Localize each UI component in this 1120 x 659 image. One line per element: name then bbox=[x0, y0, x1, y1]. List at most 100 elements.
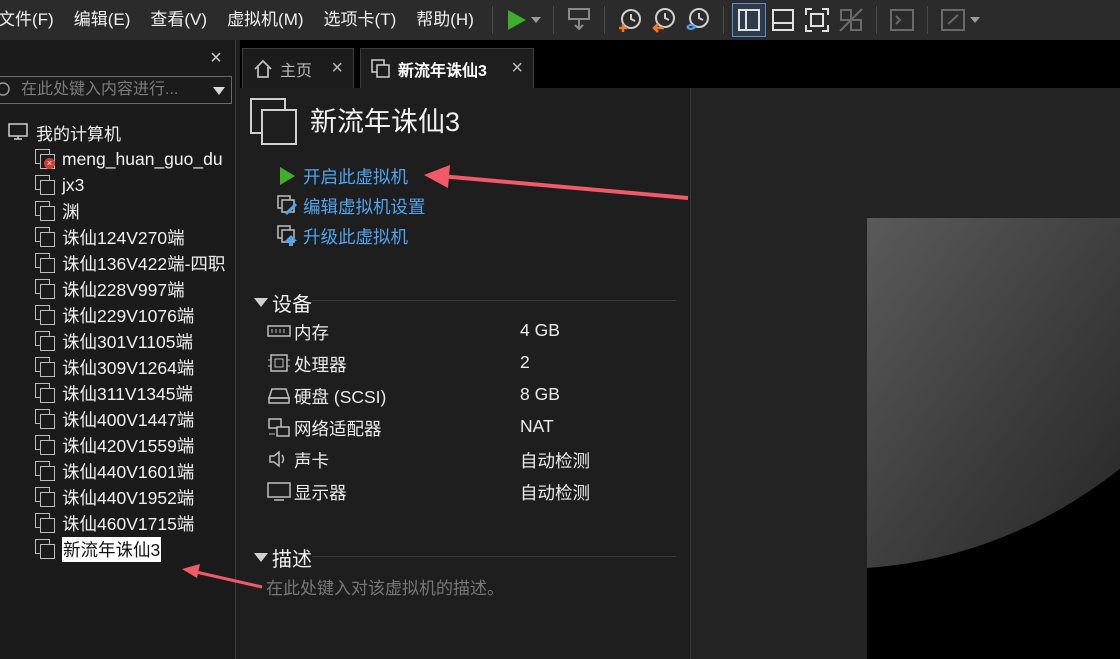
stretch-button[interactable] bbox=[936, 3, 984, 37]
vm-name: 诛仙440V1601端 bbox=[62, 461, 195, 482]
vm-icon bbox=[34, 538, 56, 560]
menu-file[interactable]: 文件(F) bbox=[0, 0, 64, 40]
fullscreen-icon bbox=[804, 8, 829, 32]
tab-home[interactable]: 主页 × bbox=[242, 48, 354, 88]
device-value: 自动检测 bbox=[520, 451, 590, 471]
vm-list-item[interactable]: 诛仙124V270端 bbox=[34, 224, 234, 250]
tab-vm[interactable]: 新流年诛仙3 × bbox=[360, 48, 534, 88]
vm-name: 渊 bbox=[62, 201, 80, 222]
search-input[interactable] bbox=[21, 79, 199, 101]
memory-icon bbox=[267, 325, 291, 337]
device-row[interactable]: 内存 4 GB bbox=[266, 317, 686, 345]
vm-list-item[interactable]: 新流年诛仙3 bbox=[34, 536, 234, 562]
vm-list-item[interactable]: × meng_huan_guo_du bbox=[34, 146, 234, 172]
section-title: 描述 bbox=[272, 549, 312, 571]
take-snapshot-button[interactable] bbox=[613, 3, 647, 37]
vm-icon bbox=[34, 252, 56, 274]
stretch-icon bbox=[940, 9, 965, 31]
vm-icon bbox=[34, 278, 56, 300]
chevron-down-icon[interactable] bbox=[213, 87, 225, 95]
vm-list-item[interactable]: 诛仙440V1952端 bbox=[34, 484, 234, 510]
divider bbox=[312, 300, 676, 301]
vm-list-item[interactable]: 诛仙309V1264端 bbox=[34, 354, 234, 380]
device-name: 显示器 bbox=[294, 483, 347, 503]
vm-name: 诛仙309V1264端 bbox=[62, 357, 195, 378]
console-button[interactable] bbox=[885, 3, 919, 37]
vm-name: 诛仙228V997端 bbox=[62, 279, 185, 300]
device-name: 内存 bbox=[294, 323, 329, 343]
vm-name: 诛仙440V1952端 bbox=[62, 487, 195, 508]
menu-help[interactable]: 帮助(H) bbox=[406, 0, 484, 40]
vm-icon: × bbox=[34, 148, 56, 170]
device-row[interactable]: 硬盘 (SCSI) 8 GB bbox=[266, 381, 686, 409]
vm-icon bbox=[34, 434, 56, 456]
upgrade-icon bbox=[277, 225, 297, 246]
edit-settings-icon bbox=[277, 195, 298, 216]
search-icon bbox=[0, 82, 10, 96]
menu-edit[interactable]: 编辑(E) bbox=[64, 0, 141, 40]
thumbnail-view-icon bbox=[771, 9, 794, 31]
vm-name: 诛仙400V1447端 bbox=[62, 409, 195, 430]
power-on-vm-link[interactable]: 开启此虚拟机 bbox=[276, 163, 408, 189]
revert-snapshot-button[interactable] bbox=[647, 3, 681, 37]
vm-list-item[interactable]: 诛仙301V1105端 bbox=[34, 328, 234, 354]
device-row[interactable]: 处理器 2 bbox=[266, 349, 686, 377]
preview-screen-graphic bbox=[867, 218, 1120, 659]
device-row[interactable]: 显示器 自动检测 bbox=[266, 477, 686, 505]
revert-snapshot-icon bbox=[652, 8, 675, 33]
close-library-button[interactable]: × bbox=[206, 48, 226, 68]
unity-button[interactable] bbox=[834, 3, 868, 37]
devices-section-toggle[interactable]: 设备 bbox=[254, 288, 312, 317]
send-keys-button[interactable] bbox=[562, 3, 596, 37]
description-section-toggle[interactable]: 描述 bbox=[254, 543, 312, 572]
vm-icon bbox=[34, 408, 56, 430]
menu-tabs[interactable]: 选项卡(T) bbox=[314, 0, 407, 40]
close-tab-button[interactable]: × bbox=[511, 57, 523, 80]
vm-name: meng_huan_guo_du bbox=[62, 148, 223, 169]
snapshot-manager-button[interactable] bbox=[681, 3, 715, 37]
error-icon: × bbox=[44, 158, 55, 169]
menu-view[interactable]: 查看(V) bbox=[140, 0, 217, 40]
vm-list-item[interactable]: jx3 bbox=[34, 172, 234, 198]
close-tab-button[interactable]: × bbox=[331, 57, 343, 80]
vm-list-item[interactable]: 渊 bbox=[34, 198, 234, 224]
device-row[interactable]: 声卡 自动检测 bbox=[266, 445, 686, 473]
vm-list-item[interactable]: 诛仙228V997端 bbox=[34, 276, 234, 302]
hard-disk-icon bbox=[267, 388, 291, 404]
menu-vm[interactable]: 虚拟机(M) bbox=[217, 0, 313, 40]
edit-vm-settings-link[interactable]: 编辑虚拟机设置 bbox=[276, 193, 426, 219]
upgrade-vm-link[interactable]: 升级此虚拟机 bbox=[276, 223, 408, 249]
display-icon bbox=[267, 482, 291, 501]
tab-label: 新流年诛仙3 bbox=[398, 62, 487, 80]
device-value: 自动检测 bbox=[520, 483, 590, 503]
vm-list-item[interactable]: 诛仙229V1076端 bbox=[34, 302, 234, 328]
vm-name: 诛仙229V1076端 bbox=[62, 305, 195, 326]
tree-root-my-computer[interactable]: 我的计算机 bbox=[8, 120, 121, 144]
toolbar-separator bbox=[875, 6, 877, 34]
device-row[interactable]: 网络适配器 NAT bbox=[266, 413, 686, 441]
vm-name: 诛仙420V1559端 bbox=[62, 435, 195, 456]
action-label: 开启此虚拟机 bbox=[303, 166, 408, 187]
library-search[interactable] bbox=[0, 76, 232, 104]
chevron-down-icon bbox=[530, 17, 541, 23]
computer-icon bbox=[8, 123, 28, 140]
vm-list-item[interactable]: 诛仙311V1345端 bbox=[34, 380, 234, 406]
vm-preview-pane bbox=[690, 88, 1120, 659]
vm-list-item[interactable]: 诛仙440V1601端 bbox=[34, 458, 234, 484]
vm-list-item[interactable]: 诛仙420V1559端 bbox=[34, 432, 234, 458]
device-value: NAT bbox=[520, 416, 554, 436]
console-icon bbox=[889, 9, 914, 31]
description-field[interactable]: 在此处键入对该虚拟机的描述。 bbox=[266, 574, 504, 599]
thumbnail-view-button[interactable] bbox=[766, 3, 800, 37]
vm-list-item[interactable]: 诛仙136V422端-四职 bbox=[34, 250, 234, 276]
power-on-button[interactable] bbox=[501, 3, 545, 37]
vm-list-item[interactable]: 诛仙400V1447端 bbox=[34, 406, 234, 432]
vm-icon bbox=[34, 382, 56, 404]
network-adapter-icon bbox=[268, 418, 290, 437]
library-view-button[interactable] bbox=[731, 3, 766, 37]
fullscreen-button[interactable] bbox=[800, 3, 834, 37]
vm-preview-screen[interactable] bbox=[867, 218, 1120, 659]
vm-list-item[interactable]: 诛仙460V1715端 bbox=[34, 510, 234, 536]
toolbar-separator bbox=[552, 6, 554, 34]
vm-name: jx3 bbox=[62, 174, 85, 195]
